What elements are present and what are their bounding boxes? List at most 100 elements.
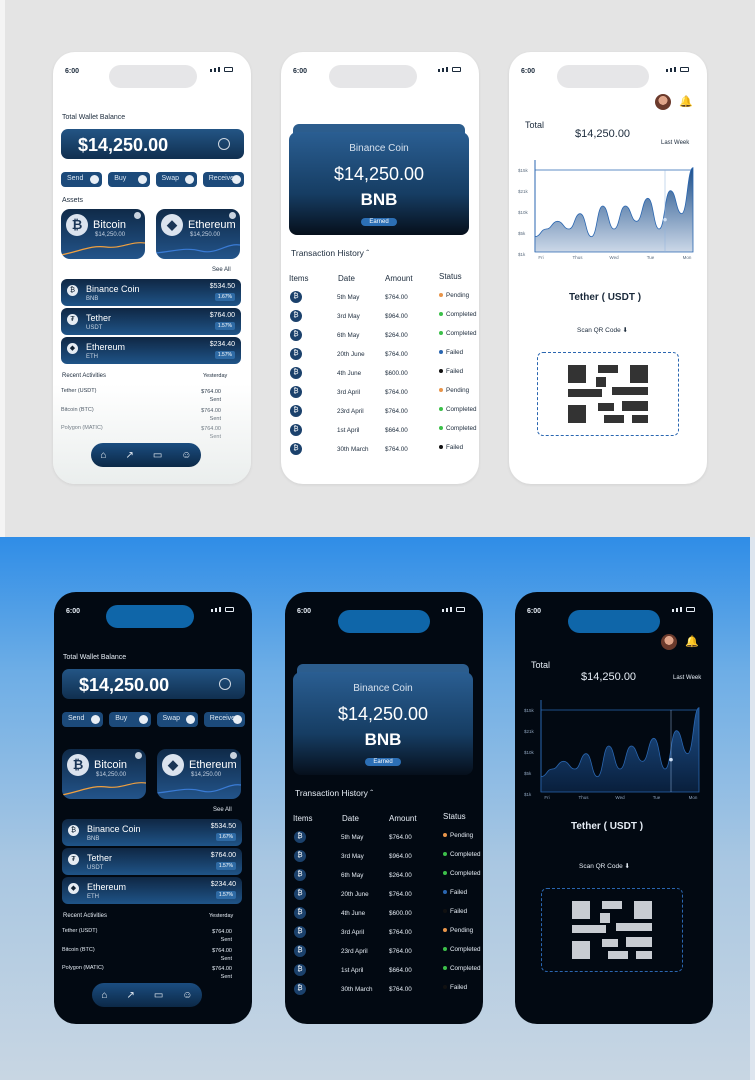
coin-detail-screen-dark: 6:00 Binance Coin $14,250.00 BNB Earned Tra… — [285, 592, 483, 1024]
transaction-row[interactable]: ₿ 20th June $764.00 Failed — [289, 348, 473, 362]
bitcoin-card[interactable]: ₿ Bitcoin $14,250.00 — [62, 749, 146, 799]
card-icon[interactable]: ▭ — [153, 450, 162, 461]
more-icon[interactable] — [229, 212, 236, 219]
eye-icon[interactable] — [218, 138, 230, 150]
tether-icon: ₮ — [68, 854, 79, 865]
transaction-row[interactable]: ₿ 3rd May $964.00 Completed — [293, 850, 480, 864]
transaction-row[interactable]: ₿ 3rd May $964.00 Completed — [289, 310, 476, 324]
ethereum-card[interactable]: ◆ Ethereum $14,250.00 — [156, 209, 240, 259]
more-icon[interactable] — [230, 752, 237, 759]
asset-name: Ethereum — [189, 759, 237, 771]
transaction-row[interactable]: ₿ 30th March $764.00 Failed — [293, 983, 477, 997]
x-tick-label: Tue — [653, 795, 661, 800]
coin-row-usdt[interactable]: ₮ Tether USDT $764.00 1.57% — [61, 308, 241, 335]
avatar[interactable] — [661, 634, 677, 650]
coin-icon: ₿ — [294, 869, 306, 881]
receive-button[interactable]: Receive — [203, 712, 245, 727]
transaction-row[interactable]: ₿ 1st April $664.00 Completed — [293, 964, 480, 978]
tx-status-label: Pending — [446, 292, 470, 299]
sparkline — [61, 242, 145, 256]
home-icon[interactable]: ⌂ — [101, 990, 107, 1001]
recent-item[interactable]: Polygon (MATIC) $764.00 Sent — [62, 965, 232, 980]
coin-row-bnb[interactable]: ₿ Binance Coin BNB $534.50 1.67% — [62, 819, 242, 846]
scan-qr-button[interactable]: Scan QR Code ⬇ — [577, 326, 628, 334]
bell-icon[interactable]: 🔔 — [685, 635, 699, 648]
transaction-row[interactable]: ₿ 3rd April $764.00 Pending — [289, 386, 473, 400]
history-dropdown[interactable]: Transaction History ˆ — [291, 248, 369, 258]
more-icon[interactable] — [135, 752, 142, 759]
buy-button[interactable]: Buy — [109, 712, 151, 727]
swap-button[interactable]: Swap — [156, 712, 198, 727]
transaction-row[interactable]: ₿ 23rd April $764.00 Completed — [293, 945, 480, 959]
area-series — [534, 167, 694, 253]
more-icon[interactable] — [134, 212, 141, 219]
coin-row-eth[interactable]: ◆ Ethereum ETH $234.40 1.57% — [62, 877, 242, 904]
recent-item[interactable]: Tether (USDT) $764.00 Sent — [62, 928, 232, 943]
asset-name: Bitcoin — [93, 219, 127, 231]
transaction-row[interactable]: ₿ 6th May $264.00 Completed — [289, 329, 476, 343]
avatar[interactable] — [655, 94, 671, 110]
period-select[interactable]: Last Week — [673, 675, 701, 681]
balance-amount: $14,250.00 — [78, 135, 169, 155]
eye-icon[interactable] — [219, 678, 231, 690]
profile-icon[interactable]: ☺ — [182, 990, 192, 1001]
coin-name: Binance Coin — [86, 284, 140, 294]
tx-amount: $764.00 — [389, 929, 412, 936]
coin-name: Ethereum — [86, 342, 126, 352]
swap-button[interactable]: Swap — [155, 172, 197, 187]
coin-row-eth[interactable]: ◆ Ethereum ETH $234.40 1.57% — [61, 337, 241, 364]
transaction-row[interactable]: ₿ 3rd April $764.00 Pending — [293, 926, 477, 940]
buy-button[interactable]: Buy — [108, 172, 150, 187]
see-all-link[interactable]: See All — [212, 267, 231, 273]
balance-chart[interactable]: $15k $21k $10k $5k $1k Fri Thus Wed Tue Mon — [517, 152, 697, 270]
qr-code[interactable] — [568, 365, 648, 423]
coin-row-bnb[interactable]: ₿ Binance Coin BNB $534.50 1.67% — [61, 279, 241, 306]
coin-name: Tether — [86, 313, 112, 323]
transaction-row[interactable]: ₿ 5th May $764.00 Pending — [289, 291, 473, 305]
status-time: 6:00 — [527, 608, 542, 615]
transaction-row[interactable]: ₿ 4th June $600.00 Failed — [289, 367, 473, 381]
qr-code[interactable] — [572, 901, 652, 959]
history-dropdown[interactable]: Transaction History ˆ — [295, 788, 373, 798]
see-all-link[interactable]: See All — [213, 807, 232, 813]
chart-icon[interactable]: ↗ — [126, 450, 134, 461]
selected-point[interactable] — [669, 757, 673, 762]
coin-symbol: USDT — [87, 865, 104, 871]
recent-item[interactable]: Bitcoin (BTC) $764.00 Sent — [62, 947, 232, 962]
balance-chart[interactable]: $15k $21k $10k $5k $1k Fri Thus Wed Tue Mon — [523, 692, 703, 810]
status-dot-icon — [443, 852, 447, 856]
transaction-row[interactable]: ₿ 23rd April $764.00 Completed — [289, 405, 476, 419]
chart-icon[interactable]: ↗ — [127, 990, 135, 1001]
balance-card[interactable]: $14,250.00 — [61, 129, 244, 159]
balance-card[interactable]: $14,250.00 — [62, 669, 245, 699]
bell-icon[interactable]: 🔔 — [679, 95, 693, 108]
transaction-row[interactable]: ₿ 20th June $764.00 Failed — [293, 888, 477, 902]
total-balance-label: Total Wallet Balance — [63, 654, 127, 661]
transaction-row[interactable]: ₿ 1st April $664.00 Completed — [289, 424, 476, 438]
home-icon[interactable]: ⌂ — [100, 450, 106, 461]
transaction-row[interactable]: ₿ 6th May $264.00 Completed — [293, 869, 480, 883]
scan-qr-button[interactable]: Scan QR Code ⬇ — [579, 862, 630, 870]
transaction-row[interactable]: ₿ 4th June $600.00 Failed — [293, 907, 477, 921]
transaction-row[interactable]: ₿ 30th March $764.00 Failed — [289, 443, 473, 457]
status-dot-icon — [439, 445, 443, 449]
send-button[interactable]: Send — [62, 712, 104, 727]
bitcoin-card[interactable]: ₿ Bitcoin $14,250.00 — [61, 209, 145, 259]
transaction-row[interactable]: ₿ 5th May $764.00 Pending — [293, 831, 477, 845]
send-button[interactable]: Send — [61, 172, 103, 187]
ethereum-card[interactable]: ◆ Ethereum $14,250.00 — [157, 749, 241, 799]
coin-card[interactable]: Binance Coin $14,250.00 BNB Earned — [293, 672, 473, 775]
tx-status: Pending — [443, 832, 473, 839]
receive-button[interactable]: Receive — [202, 172, 244, 187]
selected-point[interactable] — [663, 217, 667, 222]
status-dot-icon — [443, 947, 447, 951]
coin-card[interactable]: Binance Coin $14,250.00 BNB Earned — [289, 132, 469, 235]
card-icon[interactable]: ▭ — [154, 990, 163, 1001]
tx-amount: $264.00 — [385, 332, 408, 339]
period-select[interactable]: Last Week — [661, 140, 689, 146]
tx-status: Pending — [443, 927, 473, 934]
coin-row-usdt[interactable]: ₮ Tether USDT $764.00 1.57% — [62, 848, 242, 875]
ethereum-icon: ◆ — [67, 343, 78, 354]
arrow-icon — [184, 175, 194, 184]
profile-icon[interactable]: ☺ — [181, 450, 191, 461]
